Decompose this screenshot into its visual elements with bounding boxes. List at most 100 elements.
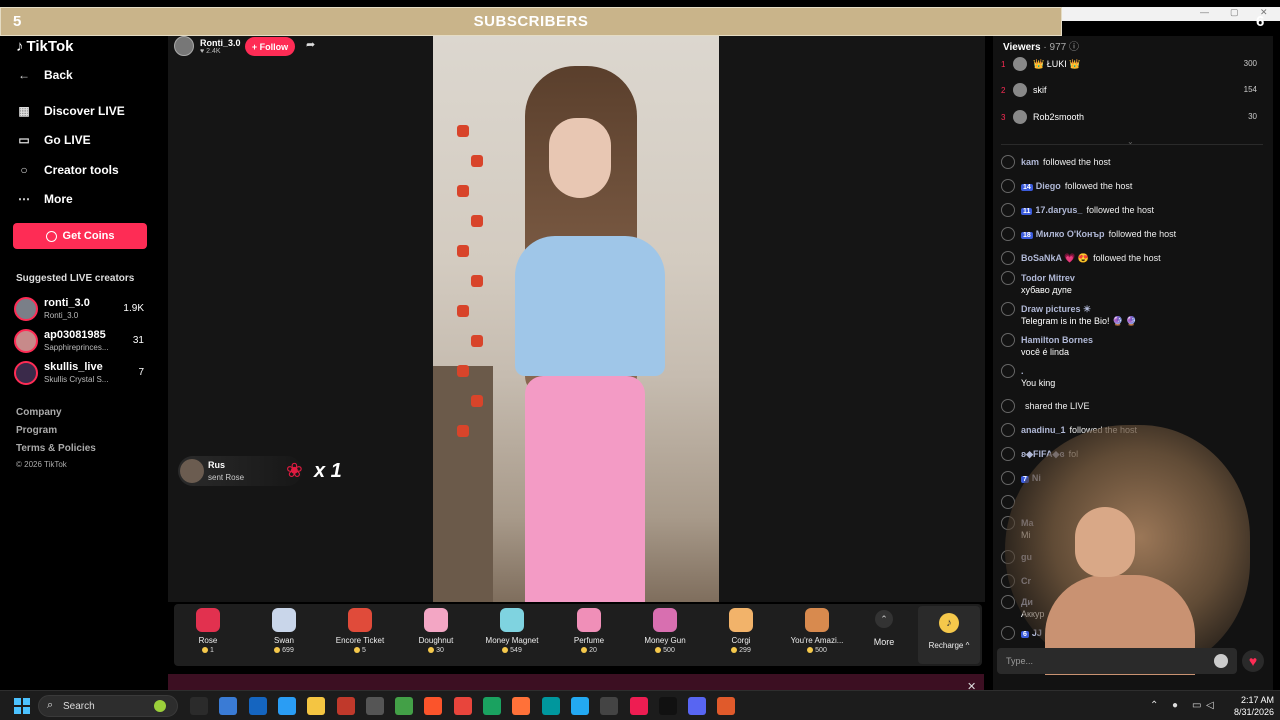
nav-back[interactable]: ← Back: [16, 67, 73, 83]
chrome-icon[interactable]: [454, 697, 472, 715]
gift-item[interactable]: You're Amazi... 500: [779, 606, 855, 662]
gift-item[interactable]: Money Magnet 549: [474, 606, 550, 662]
chat-message[interactable]: Todor Mitrev хубаво дупе: [1001, 271, 1267, 299]
host-info[interactable]: Ronti_3.0 ♥ 2.4K: [174, 36, 241, 56]
nav-discover-live[interactable]: ▦ Discover LIVE: [16, 103, 124, 119]
microphone-icon[interactable]: ●: [1172, 700, 1178, 711]
more-gifts-button[interactable]: ⌃ More: [872, 610, 896, 647]
chat-username: 17.daryus_: [1035, 205, 1083, 215]
news-icon[interactable]: [337, 697, 355, 715]
viewer-name: skif: [1033, 85, 1047, 95]
chat-text: хубаво дупе: [1021, 285, 1072, 295]
chat-input[interactable]: [997, 648, 1237, 674]
gift-item[interactable]: Encore Ticket 5: [322, 606, 398, 662]
clock-icon[interactable]: [366, 697, 384, 715]
user-icon: [1001, 471, 1015, 485]
footer-link-terms[interactable]: Terms & Policies: [16, 443, 96, 454]
windows-taskbar: ⌕ Search ⌃ ● ▭ ◁ 2:17 AM 8/31/2026: [0, 690, 1280, 720]
nav-creator-tools[interactable]: ○ Creator tools: [16, 162, 118, 178]
subscribers-banner: 5 SUBSCRIBERS: [0, 7, 1062, 36]
info-icon[interactable]: ⓘ: [1069, 42, 1079, 53]
chat-message[interactable]: . You king: [1001, 364, 1267, 392]
outlook-icon[interactable]: [249, 697, 267, 715]
brave-icon[interactable]: [424, 697, 442, 715]
footer-link-program[interactable]: Program: [16, 425, 57, 436]
chat-message[interactable]: BoSaNkA 💗 😍 followed the host: [1001, 251, 1267, 269]
vscode-icon[interactable]: [571, 697, 589, 715]
gift-icon: [653, 608, 677, 632]
chat-action: followed the host: [1108, 229, 1177, 239]
discord-icon[interactable]: [688, 697, 706, 715]
sun-icon[interactable]: [717, 697, 735, 715]
follow-button[interactable]: + Follow: [245, 37, 295, 56]
fan-level-badge: 6: [1021, 631, 1029, 638]
tiktok-icon[interactable]: [630, 697, 648, 715]
gift-item[interactable]: Doughnut 30: [398, 606, 474, 662]
monitor-icon[interactable]: ▭: [1192, 700, 1201, 711]
chat-message[interactable]: Draw pictures ☀ Telegram is in the Bio! 🔮…: [1001, 302, 1267, 330]
edge-icon[interactable]: [483, 697, 501, 715]
chat-message[interactable]: 18 Милко О'Конър followed the host: [1001, 227, 1267, 245]
creator-name: ronti_3.0: [44, 297, 90, 309]
rdp-icon[interactable]: [190, 697, 208, 715]
chat-message[interactable]: 11 17.daryus_ followed the host: [1001, 203, 1267, 221]
gift-item[interactable]: Rose 1: [170, 606, 246, 662]
volume-icon[interactable]: ◁: [1206, 700, 1214, 711]
system-clock[interactable]: 2:17 AM 8/31/2026: [1224, 694, 1274, 718]
chat-message[interactable]: kam followed the host: [1001, 155, 1267, 173]
recharge-button[interactable]: ♪ Recharge ^: [918, 606, 980, 664]
gift-item[interactable]: Swan 699: [246, 606, 322, 662]
gift-item[interactable]: Money Gun 500: [627, 606, 703, 662]
gift-price: 500: [779, 647, 855, 654]
arduino-icon[interactable]: [542, 697, 560, 715]
gift-item[interactable]: Corgi 299: [703, 606, 779, 662]
network-icon[interactable]: [219, 697, 237, 715]
coin-icon: [45, 230, 57, 242]
share-icon[interactable]: ➦: [306, 38, 322, 54]
gift-price: 30: [398, 647, 474, 654]
maximize-icon[interactable]: ▢: [1230, 7, 1239, 18]
nav-more[interactable]: ⋯ More: [16, 191, 73, 207]
windows-start-icon[interactable]: [14, 698, 30, 714]
gift-price: 20: [551, 647, 627, 654]
chat-message[interactable]: Hamilton Bornes você é linda: [1001, 333, 1267, 361]
map-icon[interactable]: [395, 697, 413, 715]
window-controls: — ▢ ✕: [1060, 7, 1280, 21]
gift-name: Perfume: [573, 636, 605, 645]
footer-link-company[interactable]: Company: [16, 407, 62, 418]
suggested-creator[interactable]: ap03081985 Sapphireprinces... 31: [14, 329, 154, 355]
more-gifts-label: More: [873, 637, 895, 647]
chat-message[interactable]: 14 Diego followed the host: [1001, 179, 1267, 197]
top-viewer-row[interactable]: 2 skif 154: [1001, 82, 1263, 100]
user-icon: [1001, 423, 1015, 437]
suggested-creator[interactable]: ronti_3.0 Ronti_3.0 1.9K: [14, 297, 154, 323]
top-viewer-row[interactable]: 1 👑 ŁUKI 👑 300: [1001, 56, 1263, 74]
chevron-up-icon[interactable]: ⌃: [1150, 700, 1158, 711]
like-heart-icon[interactable]: ♥: [1242, 650, 1264, 672]
gift-item[interactable]: Perfume 20: [551, 606, 627, 662]
top-viewer-row[interactable]: 3 Rob2smooth 30: [1001, 109, 1263, 127]
chat-text: You king: [1021, 378, 1056, 388]
ellipsis-icon: ⋯: [18, 192, 30, 206]
obs-icon[interactable]: [600, 697, 618, 715]
search-icon: ⌕: [47, 699, 54, 711]
gift-icon: [424, 608, 448, 632]
chat-username: BoSaNkA 💗 😍: [1021, 253, 1090, 263]
folder-icon[interactable]: [307, 697, 325, 715]
tiktok-live-icon[interactable]: [659, 697, 677, 715]
chat-message[interactable]: shared the LIVE: [1001, 399, 1267, 417]
suggested-creator[interactable]: skullis_live Skullis Crystal S... 7: [14, 361, 154, 387]
chat-action: followed the host: [1043, 157, 1111, 167]
emoji-icon[interactable]: [1214, 654, 1228, 668]
host-avatar: [174, 36, 194, 56]
tiktok-logo[interactable]: ♪ TikTok: [16, 38, 73, 55]
remote-icon[interactable]: [278, 697, 296, 715]
nav-go-live[interactable]: ▭ Go LIVE: [16, 132, 90, 148]
viewers-header[interactable]: Viewers · 977 ⓘ: [1003, 38, 1079, 53]
get-coins-button[interactable]: Get Coins: [13, 223, 147, 249]
chat-action: followed the host: [1093, 253, 1161, 263]
taskbar-search[interactable]: ⌕ Search: [38, 695, 178, 717]
firefox-icon[interactable]: [512, 697, 530, 715]
gift-notification: Rus sent Rose ❀: [178, 456, 303, 486]
minimize-icon[interactable]: —: [1200, 7, 1209, 17]
